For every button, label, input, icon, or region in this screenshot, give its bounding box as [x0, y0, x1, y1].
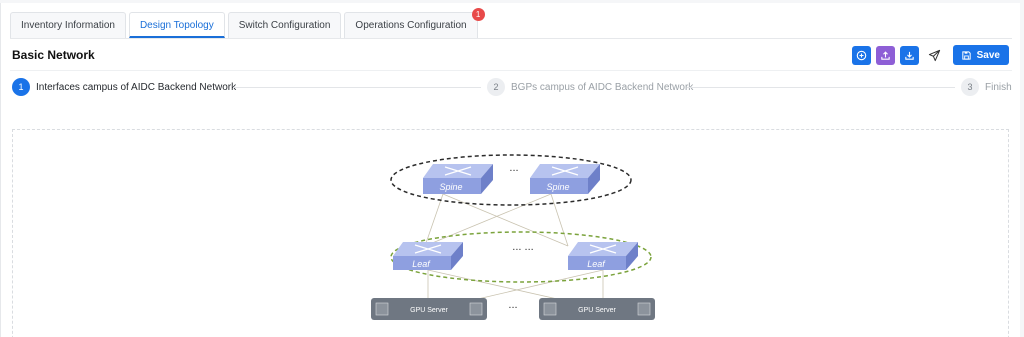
step-label: Finish: [985, 81, 1012, 93]
app-frame: Inventory Information Design Topology Sw…: [0, 3, 1020, 337]
header-divider: [10, 70, 1012, 71]
tab-label: Switch Configuration: [238, 20, 331, 31]
step-number: 1: [12, 78, 30, 96]
save-icon: [961, 50, 971, 60]
tab-label: Operations Configuration: [355, 20, 467, 31]
tab-label: Design Topology: [139, 20, 214, 31]
notification-badge: 1: [471, 8, 485, 21]
step-number: 3: [961, 78, 979, 96]
leaf-label: Leaf: [587, 259, 606, 269]
tab-inventory-information[interactable]: Inventory Information: [10, 12, 126, 38]
tab-divider: [10, 38, 1012, 39]
download-button[interactable]: [899, 45, 919, 65]
add-button[interactable]: [851, 45, 871, 65]
topology-canvas[interactable]: Spine ... Spine Leaf ... ... Leaf GPU Se…: [12, 129, 1009, 337]
step-label: BGPs campus of AIDC Backend Network: [511, 81, 694, 93]
server-ellipsis: ...: [508, 299, 517, 311]
leaf-switch-1: Leaf: [393, 242, 463, 270]
page-title: Basic Network: [12, 48, 95, 62]
leaf-label: Leaf: [412, 259, 431, 269]
step-3[interactable]: 3 Finish: [961, 78, 1012, 96]
gpu-server-1: GPU Server: [371, 298, 487, 320]
step-2[interactable]: 2 BGPs campus of AIDC Backend Network: [487, 78, 693, 96]
send-button[interactable]: [924, 46, 946, 65]
upload-icon: [880, 50, 890, 60]
spine-switch-2: Spine: [530, 164, 600, 194]
step-number: 2: [487, 78, 505, 96]
spine-ellipsis: ...: [509, 162, 518, 174]
topology-diagram: Spine ... Spine Leaf ... ... Leaf GPU Se…: [371, 154, 655, 320]
send-icon: [929, 49, 941, 61]
tab-operations-configuration[interactable]: Operations Configuration 1: [344, 8, 485, 38]
leaf-switch-2: Leaf: [568, 242, 638, 270]
tab-bar: Inventory Information Design Topology Sw…: [10, 8, 485, 38]
step-label: Interfaces campus of AIDC Backend Networ…: [36, 81, 237, 93]
spine-switch-1: Spine: [423, 164, 493, 194]
server-label: GPU Server: [578, 307, 616, 314]
tab-design-topology[interactable]: Design Topology: [128, 12, 225, 38]
tab-label: Inventory Information: [21, 20, 115, 31]
tab-switch-configuration[interactable]: Switch Configuration: [227, 12, 342, 38]
upload-button[interactable]: [875, 45, 895, 65]
step-connector: [687, 87, 955, 88]
spine-label: Spine: [546, 182, 569, 192]
save-label: Save: [976, 49, 1000, 61]
save-button[interactable]: Save: [952, 45, 1009, 65]
spine-label: Spine: [439, 182, 462, 192]
gpu-server-2: GPU Server: [539, 298, 655, 320]
add-circle-icon: [856, 50, 866, 60]
step-1[interactable]: 1 Interfaces campus of AIDC Backend Netw…: [12, 78, 236, 96]
step-connector: [233, 87, 481, 88]
toolbar: Save: [851, 45, 1009, 65]
download-icon: [904, 51, 914, 60]
leaf-ellipsis: ... ...: [512, 241, 533, 253]
server-label: GPU Server: [410, 307, 448, 314]
